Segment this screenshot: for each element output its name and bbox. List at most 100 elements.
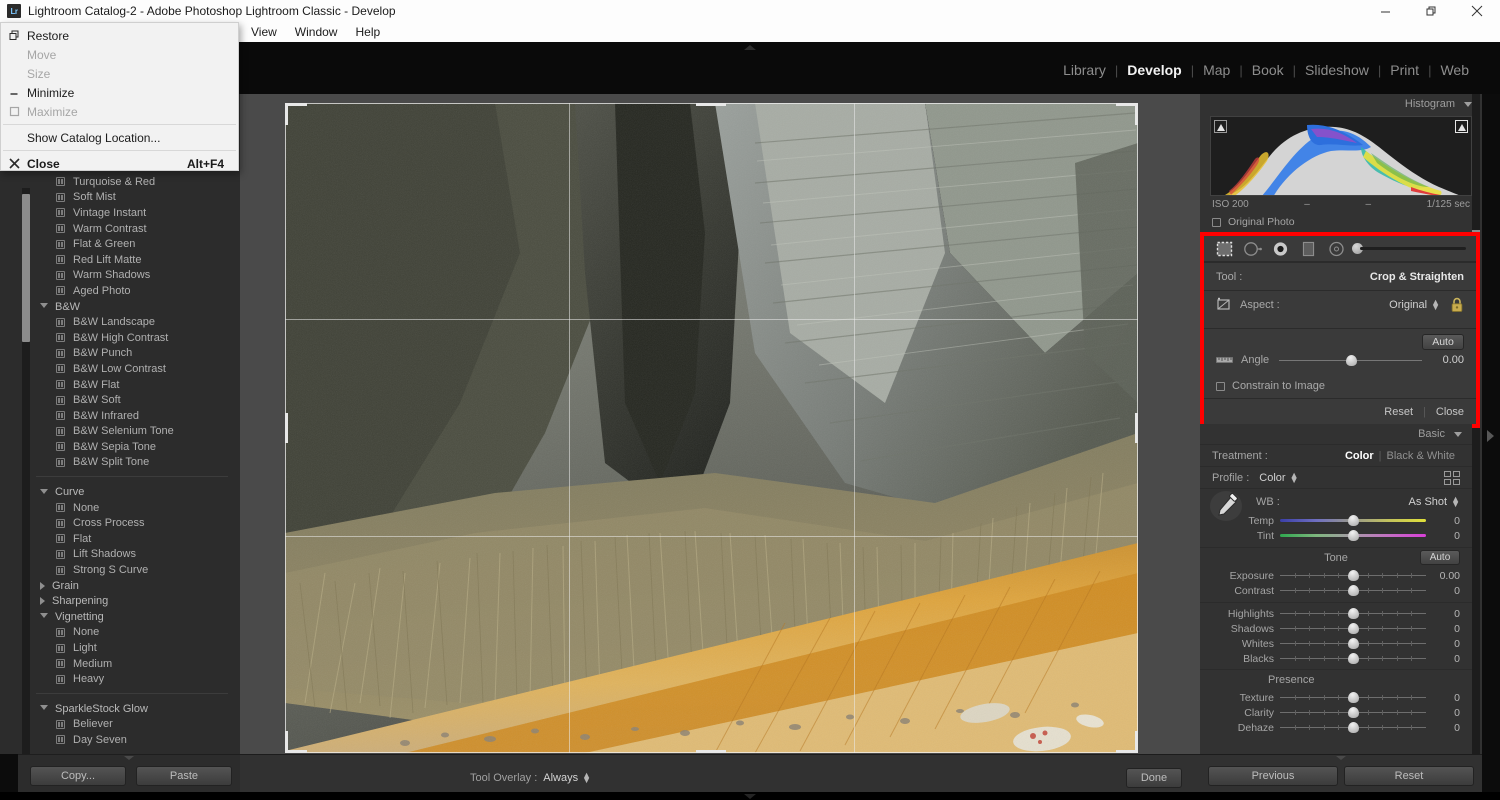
slider-knob[interactable] <box>1348 530 1359 541</box>
reset-button[interactable]: Reset <box>1344 766 1474 786</box>
preset-item-day-seven[interactable]: Day Seven <box>34 732 230 748</box>
contrast-value[interactable]: 0 <box>1426 585 1460 597</box>
profile-stepper-icon[interactable]: ▲▼ <box>1290 473 1299 483</box>
right-footer-toggle-icon[interactable] <box>1336 756 1346 760</box>
basic-panel-header[interactable]: Basic <box>1200 424 1472 444</box>
preset-group-b-w[interactable]: B&W <box>34 299 230 315</box>
clarity-slider[interactable] <box>1280 712 1426 713</box>
lock-closed-icon[interactable] <box>1450 297 1464 313</box>
radial-filter-icon[interactable] <box>1322 238 1350 260</box>
whites-slider[interactable] <box>1280 643 1426 644</box>
tool-overlay-value[interactable]: Always <box>543 772 578 784</box>
preset-group-vignetting[interactable]: Vignetting <box>34 609 230 625</box>
module-develop[interactable]: Develop <box>1118 62 1190 78</box>
slider-knob[interactable] <box>1348 722 1359 733</box>
angle-auto-button[interactable]: Auto <box>1422 334 1464 350</box>
tint-value[interactable]: 0 <box>1426 530 1460 542</box>
slider-knob[interactable] <box>1348 585 1359 596</box>
preset-item-heavy[interactable]: Heavy <box>34 671 230 687</box>
system-menu-item-show-catalog-location[interactable]: Show Catalog Location... <box>1 128 238 147</box>
slider-knob[interactable] <box>1348 653 1359 664</box>
crop-handle-left-middle[interactable] <box>285 413 288 443</box>
module-map[interactable]: Map <box>1194 62 1239 78</box>
temp-value[interactable]: 0 <box>1426 515 1460 527</box>
close-button[interactable] <box>1454 0 1500 22</box>
blacks-slider[interactable] <box>1280 658 1426 659</box>
constrain-row[interactable]: Constrain to Image <box>1204 372 1476 400</box>
preset-item-b-w-sepia-tone[interactable]: B&W Sepia Tone <box>34 439 230 455</box>
module-print[interactable]: Print <box>1381 62 1428 78</box>
highlight-clipping-indicator[interactable] <box>1455 120 1468 133</box>
preset-item-aged-photo[interactable]: Aged Photo <box>34 283 230 299</box>
temp-slider[interactable] <box>1280 519 1426 522</box>
highlights-value[interactable]: 0 <box>1426 608 1460 620</box>
slider-knob[interactable] <box>1348 692 1359 703</box>
straighten-icon[interactable] <box>1216 356 1233 364</box>
crop-handle-bottom-right[interactable] <box>1135 731 1138 753</box>
preset-item-medium[interactable]: Medium <box>34 656 230 672</box>
highlights-slider[interactable] <box>1280 613 1426 614</box>
angle-value[interactable]: 0.00 <box>1432 354 1464 366</box>
preset-item-none[interactable]: None <box>34 625 230 641</box>
slider-knob[interactable] <box>1348 515 1359 526</box>
angle-slider-knob[interactable] <box>1346 355 1357 366</box>
tint-slider[interactable] <box>1280 534 1426 537</box>
exposure-slider[interactable] <box>1280 575 1426 576</box>
spot-removal-icon[interactable] <box>1238 238 1266 260</box>
wb-value[interactable]: As Shot <box>1409 496 1448 508</box>
slider-knob[interactable] <box>1348 570 1359 581</box>
left-footer-toggle-icon[interactable] <box>124 756 134 760</box>
preset-item-b-w-punch[interactable]: B&W Punch <box>34 346 230 362</box>
aspect-value[interactable]: Original <box>1389 299 1427 311</box>
system-menu-item-restore[interactable]: Restore <box>1 26 238 45</box>
profile-browser-icon[interactable] <box>1444 471 1460 485</box>
texture-slider[interactable] <box>1280 697 1426 698</box>
aspect-stepper-icon[interactable]: ▲▼ <box>1431 300 1440 310</box>
preset-group-sparklestock-glow[interactable]: SparkleStock Glow <box>34 701 230 717</box>
system-menu-item-minimize[interactable]: Minimize <box>1 83 238 102</box>
crop-icon[interactable] <box>1210 238 1238 260</box>
preset-item-b-w-infrared[interactable]: B&W Infrared <box>34 408 230 424</box>
paste-settings-button[interactable]: Paste <box>136 766 232 786</box>
preset-group-grain[interactable]: Grain <box>34 578 230 594</box>
clarity-value[interactable]: 0 <box>1426 707 1460 719</box>
module-web[interactable]: Web <box>1431 62 1478 78</box>
checkbox-icon[interactable] <box>1216 382 1225 391</box>
preset-item-b-w-selenium-tone[interactable]: B&W Selenium Tone <box>34 424 230 440</box>
slider-knob[interactable] <box>1348 623 1359 634</box>
crop-frame-icon[interactable] <box>1216 297 1232 312</box>
preset-item-b-w-flat[interactable]: B&W Flat <box>34 377 230 393</box>
shadow-clipping-indicator[interactable] <box>1214 120 1227 133</box>
tool-overlay-stepper-icon[interactable]: ▲▼ <box>582 773 591 783</box>
preset-item-warm-contrast[interactable]: Warm Contrast <box>34 221 230 237</box>
preset-item-flat-green[interactable]: Flat & Green <box>34 236 230 252</box>
dehaze-value[interactable]: 0 <box>1426 722 1460 734</box>
texture-value[interactable]: 0 <box>1426 692 1460 704</box>
profile-value[interactable]: Color <box>1259 472 1285 484</box>
contrast-slider[interactable] <box>1280 590 1426 591</box>
dehaze-slider[interactable] <box>1280 727 1426 728</box>
angle-slider[interactable] <box>1279 360 1422 361</box>
preset-item-b-w-high-contrast[interactable]: B&W High Contrast <box>34 330 230 346</box>
previous-button[interactable]: Previous <box>1208 766 1338 786</box>
module-book[interactable]: Book <box>1243 62 1293 78</box>
preset-item-flat[interactable]: Flat <box>34 531 230 547</box>
minimize-button[interactable] <box>1362 0 1408 22</box>
crop-handle-top-left[interactable] <box>285 103 307 106</box>
graduated-filter-icon[interactable] <box>1294 238 1322 260</box>
crop-done-button[interactable]: Done <box>1126 768 1182 788</box>
treatment-color-option[interactable]: Color <box>1340 450 1379 462</box>
crop-close-button[interactable]: Close <box>1436 406 1464 418</box>
preset-item-turquoise-red[interactable]: Turquoise & Red <box>34 174 230 190</box>
wb-stepper-icon[interactable]: ▲▼ <box>1451 497 1460 507</box>
preset-item-believer[interactable]: Believer <box>34 717 230 733</box>
photo-container[interactable] <box>285 103 1138 753</box>
tone-auto-button[interactable]: Auto <box>1420 550 1460 565</box>
preset-item-lift-shadows[interactable]: Lift Shadows <box>34 547 230 563</box>
slider-knob[interactable] <box>1348 638 1359 649</box>
preset-group-curve[interactable]: Curve <box>34 484 230 500</box>
filmstrip-toggle[interactable] <box>0 792 1500 800</box>
histogram-graph[interactable] <box>1210 116 1472 196</box>
copy-settings-button[interactable]: Copy... <box>30 766 126 786</box>
preset-item-cross-process[interactable]: Cross Process <box>34 515 230 531</box>
